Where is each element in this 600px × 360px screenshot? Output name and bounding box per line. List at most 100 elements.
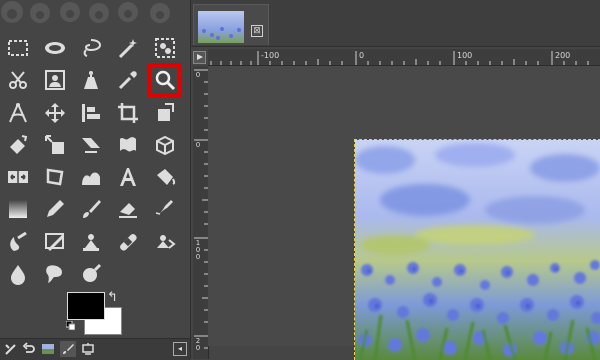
ruler-label: 0 bbox=[195, 71, 201, 79]
rect-select-icon bbox=[8, 40, 28, 56]
rotate-icon bbox=[10, 135, 28, 154]
ruler-label: 0 bbox=[195, 141, 201, 149]
ruler-label: -100 bbox=[261, 51, 280, 60]
tool-options-icon bbox=[5, 344, 16, 355]
align-icon bbox=[82, 104, 100, 122]
unified-transform-tool[interactable] bbox=[148, 98, 182, 128]
foreground-color-swatch[interactable] bbox=[67, 292, 105, 320]
text-tool[interactable] bbox=[111, 162, 145, 192]
active-tool-highlight bbox=[147, 63, 182, 97]
image-tab-bar: ⊠ bbox=[191, 0, 600, 47]
perspective-clone-icon bbox=[157, 235, 176, 249]
measure-icon bbox=[9, 103, 27, 123]
ink-tool[interactable] bbox=[1, 227, 35, 257]
airbrush-tool[interactable] bbox=[148, 194, 182, 224]
perspective-clone-tool[interactable] bbox=[148, 227, 182, 257]
vertical-ruler-ticks bbox=[194, 69, 208, 349]
device-status-tab-icon[interactable] bbox=[80, 341, 96, 357]
tool-options-tab-icon[interactable] bbox=[3, 341, 19, 357]
scissors-select-tool[interactable] bbox=[1, 65, 35, 95]
heal-icon bbox=[120, 234, 137, 251]
mypaint-brush-tool[interactable] bbox=[38, 227, 72, 257]
smudge-tool[interactable] bbox=[38, 259, 72, 289]
cage-tool[interactable] bbox=[38, 162, 72, 192]
dock-bottom-bar bbox=[0, 338, 190, 360]
ruler-label: 100 bbox=[457, 51, 473, 60]
align-tool[interactable] bbox=[74, 98, 108, 128]
brush-icon bbox=[63, 344, 74, 354]
blur-tool[interactable] bbox=[1, 259, 35, 289]
panel-separator[interactable] bbox=[190, 0, 191, 359]
crop-tool[interactable] bbox=[111, 98, 145, 128]
rotate-tool[interactable] bbox=[1, 130, 35, 160]
shear-tool[interactable] bbox=[74, 130, 108, 160]
unified-transform-icon bbox=[158, 103, 174, 121]
brushes-tab-icon[interactable] bbox=[60, 341, 76, 357]
close-tab-icon[interactable]: ⊠ bbox=[251, 25, 263, 37]
airbrush-icon bbox=[155, 200, 173, 217]
fuzzy-select-icon bbox=[118, 39, 137, 59]
scissors-select-icon bbox=[9, 71, 27, 89]
ink-icon bbox=[10, 231, 27, 251]
ellipse-select-icon bbox=[45, 42, 65, 54]
image-tab[interactable]: ⊠ bbox=[193, 4, 269, 45]
scale-icon bbox=[45, 135, 64, 154]
ruler-label: 0 bbox=[359, 51, 365, 60]
image-canvas[interactable] bbox=[354, 139, 600, 360]
scale-tool[interactable] bbox=[38, 130, 72, 160]
gradient-tool[interactable] bbox=[1, 194, 35, 224]
undo-icon bbox=[22, 342, 35, 353]
ruler-label: 2 0 bbox=[195, 337, 203, 352]
ellipse-select-tool[interactable] bbox=[38, 33, 72, 63]
dock-menu-button[interactable]: ◂ bbox=[173, 342, 187, 356]
pencil-tool[interactable] bbox=[38, 194, 72, 224]
clone-tool[interactable] bbox=[74, 227, 108, 257]
ruler-label: 1 0 0 bbox=[195, 239, 203, 261]
cage-icon bbox=[46, 168, 64, 186]
horizontal-ruler[interactable]: -100 0 100 200 bbox=[208, 49, 600, 66]
shear-icon bbox=[82, 138, 100, 153]
color-picker-tool[interactable] bbox=[111, 65, 145, 95]
color-picker-icon bbox=[118, 71, 137, 90]
crop-icon bbox=[118, 103, 138, 123]
paintbrush-tool[interactable] bbox=[74, 194, 108, 224]
paintbrush-icon bbox=[83, 200, 101, 218]
swap-colors-icon[interactable]: ↰ bbox=[107, 290, 118, 305]
mypaint-brush-icon bbox=[45, 233, 65, 252]
move-icon bbox=[45, 103, 65, 123]
free-select-tool[interactable] bbox=[74, 33, 108, 63]
eraser-tool[interactable] bbox=[111, 194, 145, 224]
undo-history-tab-icon[interactable] bbox=[21, 341, 37, 357]
image-thumbnail bbox=[198, 11, 244, 43]
warp-transform-icon bbox=[120, 137, 136, 152]
bucket-fill-icon bbox=[157, 169, 176, 185]
dodge-burn-tool[interactable] bbox=[74, 259, 108, 289]
bucket-fill-tool[interactable] bbox=[148, 162, 182, 192]
monitor-icon bbox=[82, 343, 94, 355]
warp-icon bbox=[82, 172, 100, 185]
dodge-burn-icon bbox=[83, 263, 102, 282]
quick-mask-menu-button[interactable] bbox=[193, 51, 206, 64]
default-colors-icon[interactable] bbox=[66, 321, 75, 330]
warp-transform-tool[interactable] bbox=[111, 130, 145, 160]
heal-tool[interactable] bbox=[111, 227, 145, 257]
smudge-icon bbox=[46, 265, 62, 283]
ruler-label: 200 bbox=[555, 51, 571, 60]
move-tool[interactable] bbox=[38, 98, 72, 128]
paths-tool[interactable] bbox=[74, 65, 108, 95]
images-tab-icon[interactable] bbox=[40, 341, 56, 357]
flip-icon bbox=[8, 171, 28, 183]
transform-3d-tool[interactable] bbox=[148, 130, 182, 160]
clone-icon bbox=[83, 234, 99, 251]
color-select-tool[interactable] bbox=[148, 33, 182, 63]
measure-tool[interactable] bbox=[1, 98, 35, 128]
fuzzy-select-tool[interactable] bbox=[111, 33, 145, 63]
eraser-icon bbox=[119, 203, 137, 218]
image-thumbnail-icon bbox=[42, 344, 54, 354]
rect-select-tool[interactable] bbox=[1, 33, 35, 63]
warp-tool[interactable] bbox=[74, 162, 108, 192]
foreground-select-tool[interactable] bbox=[38, 65, 72, 95]
paths-icon bbox=[84, 71, 98, 89]
flip-tool[interactable] bbox=[1, 162, 35, 192]
vertical-ruler[interactable]: 0 0 1 0 0 2 0 bbox=[193, 66, 209, 359]
